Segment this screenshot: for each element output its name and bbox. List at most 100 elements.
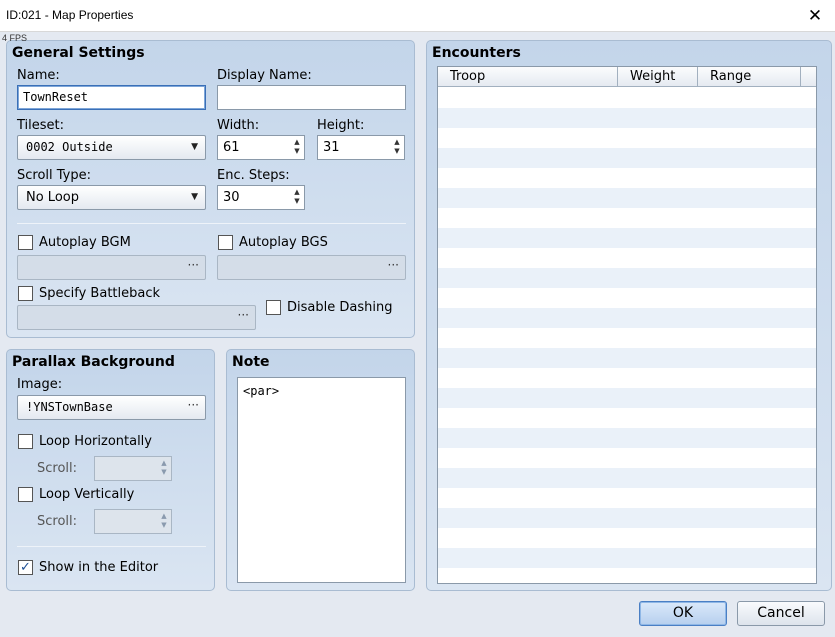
- table-row[interactable]: [438, 508, 816, 528]
- v-scroll-label: Scroll:: [37, 514, 78, 529]
- scroll-type-select[interactable]: No Loop ▼: [17, 185, 206, 210]
- image-label: Image:: [17, 377, 63, 392]
- show-in-editor-checkbox[interactable]: ✓ Show in the Editor: [18, 560, 158, 575]
- close-icon[interactable]: ✕: [795, 0, 835, 31]
- table-row[interactable]: [438, 288, 816, 308]
- table-row[interactable]: [438, 528, 816, 548]
- spin-up-icon[interactable]: ▲: [159, 459, 169, 468]
- spin-up-icon[interactable]: ▲: [392, 138, 402, 147]
- display-name-field[interactable]: [217, 85, 406, 110]
- spin-down-icon[interactable]: ▼: [292, 197, 302, 206]
- parallax-image-value: !YNSTownBase: [26, 400, 113, 414]
- chevron-down-icon: ▼: [191, 142, 198, 152]
- spin-down-icon[interactable]: ▼: [159, 521, 169, 530]
- window-title: ID:021 - Map Properties: [6, 8, 134, 22]
- parallax-image-picker[interactable]: !YNSTownBase ···: [17, 395, 206, 420]
- spin-up-icon[interactable]: ▲: [292, 188, 302, 197]
- scroll-type-label: Scroll Type:: [17, 168, 92, 183]
- scroll-type-value: No Loop: [26, 190, 79, 205]
- tileset-select[interactable]: 0002 Outside ▼: [17, 135, 206, 160]
- spin-down-icon[interactable]: ▼: [292, 147, 302, 156]
- table-row[interactable]: [438, 468, 816, 488]
- disable-dashing-checkbox[interactable]: Disable Dashing: [266, 300, 392, 315]
- note-group: Note <par>: [226, 349, 415, 591]
- spin-up-icon[interactable]: ▲: [292, 138, 302, 147]
- table-row[interactable]: [438, 428, 816, 448]
- spin-arrows[interactable]: ▲ ▼: [292, 138, 302, 157]
- fps-counter: 4 FPS: [2, 33, 28, 43]
- table-row[interactable]: [438, 328, 816, 348]
- checkbox-box[interactable]: [18, 434, 33, 449]
- table-row[interactable]: [438, 488, 816, 508]
- spin-arrows[interactable]: ▲ ▼: [392, 138, 402, 157]
- group-title: General Settings: [12, 45, 145, 61]
- spin-down-icon[interactable]: ▼: [392, 147, 402, 156]
- disable-dashing-label: Disable Dashing: [287, 300, 393, 315]
- check-icon[interactable]: ✓: [18, 560, 33, 575]
- autoplay-bgm-checkbox[interactable]: Autoplay BGM: [18, 235, 131, 250]
- spin-up-icon[interactable]: ▲: [159, 512, 169, 521]
- table-row[interactable]: [438, 268, 816, 288]
- autoplay-bgm-label: Autoplay BGM: [39, 235, 131, 250]
- column-header-weight[interactable]: Weight: [618, 67, 698, 87]
- tileset-value: 0002 Outside: [26, 140, 113, 154]
- spin-down-icon[interactable]: ▼: [159, 468, 169, 477]
- table-row[interactable]: [438, 308, 816, 328]
- table-row[interactable]: [438, 548, 816, 568]
- name-field[interactable]: TownReset: [17, 85, 206, 110]
- v-scroll-spinner[interactable]: ▲ ▼: [94, 509, 172, 534]
- table-row[interactable]: [438, 88, 816, 108]
- table-row[interactable]: [438, 248, 816, 268]
- table-row[interactable]: [438, 388, 816, 408]
- table-row[interactable]: [438, 188, 816, 208]
- height-label: Height:: [317, 118, 365, 133]
- h-scroll-spinner[interactable]: ▲ ▼: [94, 456, 172, 481]
- table-header: Troop Weight Range: [438, 67, 816, 87]
- spin-arrows[interactable]: ▲ ▼: [159, 459, 169, 478]
- checkbox-box[interactable]: [266, 300, 281, 315]
- loop-vertically-checkbox[interactable]: Loop Vertically: [18, 487, 134, 502]
- h-scroll-label: Scroll:: [37, 461, 78, 476]
- checkbox-box[interactable]: [218, 235, 233, 250]
- ok-button[interactable]: OK: [639, 601, 727, 626]
- table-row[interactable]: [438, 228, 816, 248]
- width-value: 61: [223, 140, 240, 155]
- spin-arrows[interactable]: ▲ ▼: [292, 188, 302, 207]
- enc-steps-label: Enc. Steps:: [217, 168, 290, 183]
- title-bar: ID:021 - Map Properties ✕: [0, 0, 835, 32]
- table-row[interactable]: [438, 408, 816, 428]
- enc-steps-spinner[interactable]: 30 ▲ ▼: [217, 185, 305, 210]
- separator: [17, 223, 406, 224]
- table-row[interactable]: [438, 448, 816, 468]
- table-row[interactable]: [438, 168, 816, 188]
- battleback-picker[interactable]: ···: [17, 305, 256, 330]
- loop-horizontally-checkbox[interactable]: Loop Horizontally: [18, 434, 152, 449]
- table-row[interactable]: [438, 208, 816, 228]
- checkbox-box[interactable]: [18, 487, 33, 502]
- table-row[interactable]: [438, 348, 816, 368]
- cancel-button[interactable]: Cancel: [737, 601, 825, 626]
- specify-battleback-checkbox[interactable]: Specify Battleback: [18, 286, 160, 301]
- note-textarea[interactable]: <par>: [237, 377, 406, 583]
- column-header-troop[interactable]: Troop: [438, 67, 618, 87]
- spin-arrows[interactable]: ▲ ▼: [159, 512, 169, 531]
- width-spinner[interactable]: 61 ▲ ▼: [217, 135, 305, 160]
- autoplay-bgs-checkbox[interactable]: Autoplay BGS: [218, 235, 328, 250]
- table-row[interactable]: [438, 128, 816, 148]
- column-header-range[interactable]: Range: [698, 67, 801, 87]
- chevron-down-icon: ▼: [191, 192, 198, 202]
- height-spinner[interactable]: 31 ▲ ▼: [317, 135, 405, 160]
- bgs-picker[interactable]: ···: [217, 255, 406, 280]
- tileset-label: Tileset:: [17, 118, 65, 133]
- bgm-picker[interactable]: ···: [17, 255, 206, 280]
- checkbox-box[interactable]: [18, 235, 33, 250]
- name-label: Name:: [17, 68, 60, 83]
- encounters-group: Encounters Troop Weight Range: [426, 40, 832, 591]
- table-row[interactable]: [438, 148, 816, 168]
- encounters-table[interactable]: Troop Weight Range: [437, 66, 817, 584]
- general-settings-group: General Settings Name: TownReset Display…: [6, 40, 415, 338]
- table-row[interactable]: [438, 108, 816, 128]
- display-name-label: Display Name:: [217, 68, 312, 83]
- table-row[interactable]: [438, 368, 816, 388]
- checkbox-box[interactable]: [18, 286, 33, 301]
